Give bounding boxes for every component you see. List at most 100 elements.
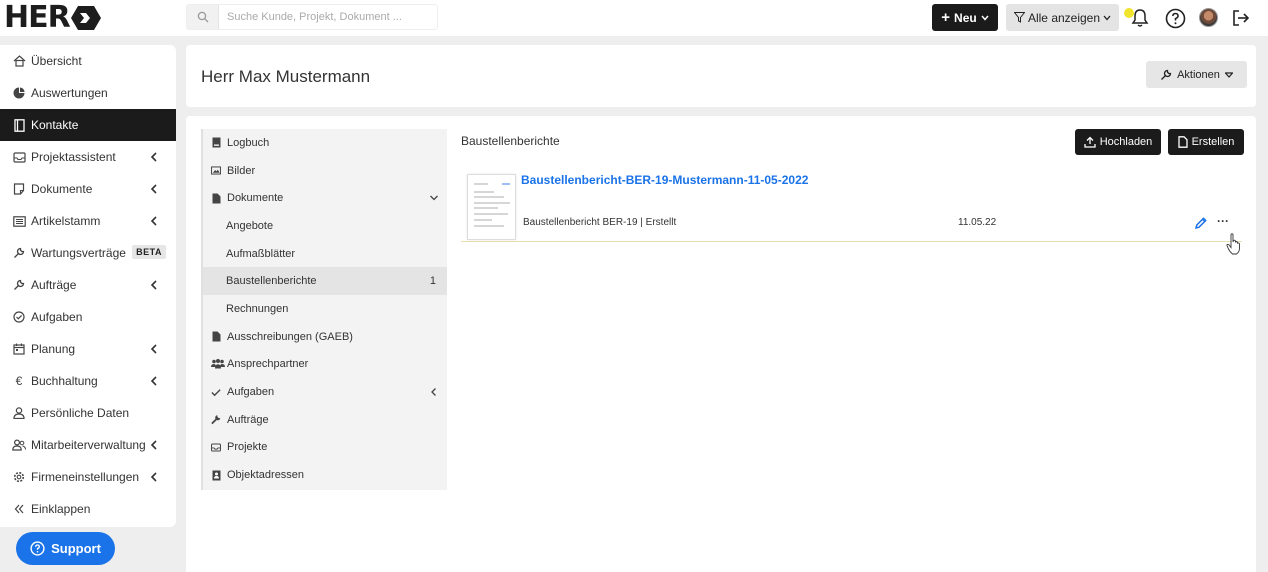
main-panel: Logbuch Bilder Dokumente Angebote Aufmaß… — [186, 116, 1256, 572]
check-circle-icon — [11, 309, 27, 325]
subnav-item-aufgaben[interactable]: Aufgaben — [203, 378, 447, 406]
sidebar-item-auftraege[interactable]: Aufträge — [0, 269, 176, 301]
search-box — [186, 4, 438, 30]
sidebar-item-mitarbeiterverwaltung[interactable]: Mitarbeiterverwaltung — [0, 429, 176, 461]
contact-header: Herr Max Mustermann Aktionen — [186, 45, 1256, 107]
address-book-icon — [11, 117, 27, 133]
support-button[interactable]: Support — [16, 532, 115, 565]
upload-button[interactable]: Hochladen — [1075, 129, 1161, 155]
euro-icon: € — [15, 374, 23, 388]
subnav-item-label: Bilder — [227, 164, 256, 177]
chevron-down-icon — [981, 15, 989, 21]
sidebar-item-label: Buchhaltung — [31, 374, 98, 388]
subnav-item-objektadressen[interactable]: Objektadressen — [203, 461, 447, 489]
sidebar-item-einklappen[interactable]: Einklappen — [0, 493, 176, 525]
sidebar-item-buchhaltung[interactable]: € Buchhaltung — [0, 365, 176, 397]
document-date: 11.05.22 — [958, 217, 997, 228]
search-input[interactable] — [219, 11, 429, 23]
subnav-item-label: Angebote — [226, 219, 274, 232]
avatar[interactable] — [1199, 8, 1218, 27]
chevron-left-icon — [150, 344, 157, 354]
chevron-left-icon — [431, 388, 436, 397]
subnav-item-label: Aufgaben — [227, 386, 275, 399]
pencil-icon[interactable] — [1194, 216, 1208, 230]
check-icon — [211, 387, 221, 398]
plus-icon: + — [941, 8, 951, 26]
sidebar: Übersicht Auswertungen Kontakte Projekta… — [0, 45, 176, 527]
sidebar-item-artikelstamm[interactable]: Artikelstamm — [0, 205, 176, 237]
subnav-item-bilder[interactable]: Bilder — [203, 157, 447, 185]
subnav-item-dokumente[interactable]: Dokumente — [203, 184, 447, 212]
subnav-item-ansprechpartner[interactable]: Ansprechpartner — [203, 351, 447, 379]
gear-icon — [11, 469, 27, 485]
help-button[interactable] — [1163, 6, 1187, 30]
beta-badge: BETA — [132, 245, 166, 259]
logo-mark-icon — [70, 6, 101, 30]
subnav-item-ausschreibungen[interactable]: Ausschreibungen (GAEB) — [203, 323, 447, 351]
search-button[interactable] — [187, 5, 219, 29]
logout-button[interactable] — [1229, 6, 1253, 30]
sidebar-item-projektassistent[interactable]: Projektassistent — [0, 141, 176, 173]
filter-button[interactable]: Alle anzeigen — [1006, 4, 1119, 31]
logout-icon — [1233, 10, 1250, 26]
create-button-label: Erstellen — [1191, 136, 1235, 148]
sidebar-item-kontakte[interactable]: Kontakte — [0, 109, 176, 141]
subnav-item-count: 1 — [429, 275, 436, 288]
new-button-label: Neu — [954, 10, 977, 25]
subnav-item-auftraege[interactable]: Aufträge — [203, 406, 447, 434]
subnav-item-projekte[interactable]: Projekte — [203, 434, 447, 462]
sidebar-item-planung[interactable]: Planung — [0, 333, 176, 365]
sidebar-item-dokumente[interactable]: Dokumente — [0, 173, 176, 205]
chevron-left-icon — [150, 184, 157, 194]
sidebar-item-label: Aufgaben — [31, 310, 83, 324]
wrench-icon — [11, 277, 27, 293]
subnav-item-label: Ausschreibungen (GAEB) — [227, 330, 353, 343]
document-icon — [11, 181, 27, 197]
calendar-icon — [11, 341, 27, 357]
sidebar-item-aufgaben[interactable]: Aufgaben — [0, 301, 176, 333]
hand-cursor-icon — [1226, 233, 1240, 255]
document-row: Baustellenbericht-BER-19-Mustermann-11-0… — [461, 169, 1242, 242]
filter-icon — [1013, 12, 1025, 23]
wrench-icon — [211, 414, 221, 425]
home-icon — [11, 53, 27, 69]
create-button[interactable]: Erstellen — [1168, 129, 1244, 155]
contact-card-icon — [211, 470, 221, 481]
sidebar-item-auswertungen[interactable]: Auswertungen — [0, 77, 176, 109]
sidebar-item-firmeneinstellungen[interactable]: Firmeneinstellungen — [0, 461, 176, 493]
subnav-item-aufmassblaetter[interactable]: Aufmaßblätter — [203, 240, 447, 268]
sidebar-item-label: Kontakte — [31, 118, 79, 132]
chevron-down-icon — [1103, 15, 1111, 20]
sidebar-item-wartungsvertraege[interactable]: Wartungsverträge BETA — [0, 237, 176, 269]
sidebar-item-persoenliche-daten[interactable]: Persönliche Daten — [0, 397, 176, 429]
document-thumbnail[interactable] — [467, 174, 516, 240]
more-options-icon[interactable]: ··· — [1217, 214, 1231, 228]
logo[interactable]: HER — [4, 0, 101, 35]
subnav-item-label: Dokumente — [227, 192, 284, 205]
contact-subnav: Logbuch Bilder Dokumente Angebote Aufmaß… — [201, 129, 447, 490]
help-icon — [30, 541, 45, 556]
sidebar-item-label: Projektassistent — [31, 150, 116, 164]
sidebar-item-label: Mitarbeiterverwaltung — [31, 438, 146, 452]
document-title-link[interactable]: Baustellenbericht-BER-19-Mustermann-11-0… — [521, 173, 808, 187]
subnav-item-angebote[interactable]: Angebote — [203, 212, 447, 240]
image-icon — [211, 165, 221, 176]
subnav-item-baustellenberichte[interactable]: Baustellenberichte 1 — [203, 267, 447, 296]
sidebar-item-label: Firmeneinstellungen — [31, 470, 140, 484]
subnav-item-label: Aufträge — [227, 413, 269, 426]
sidebar-item-uebersicht[interactable]: Übersicht — [0, 45, 176, 77]
inbox-icon — [211, 442, 221, 453]
new-button[interactable]: + Neu — [932, 4, 998, 31]
subnav-item-rechnungen[interactable]: Rechnungen — [203, 295, 447, 323]
file-icon — [1177, 136, 1188, 148]
actions-button[interactable]: Aktionen — [1146, 61, 1247, 88]
notifications-button[interactable] — [1128, 6, 1152, 30]
sidebar-item-label: Übersicht — [31, 54, 82, 68]
double-chevron-left-icon — [11, 501, 27, 517]
chevron-left-icon — [150, 152, 157, 162]
sidebar-item-label: Einklappen — [31, 502, 91, 516]
subnav-item-logbuch[interactable]: Logbuch — [203, 129, 447, 157]
logo-text: HER — [4, 0, 71, 35]
chevron-left-icon — [150, 216, 157, 226]
help-icon — [1165, 8, 1185, 28]
